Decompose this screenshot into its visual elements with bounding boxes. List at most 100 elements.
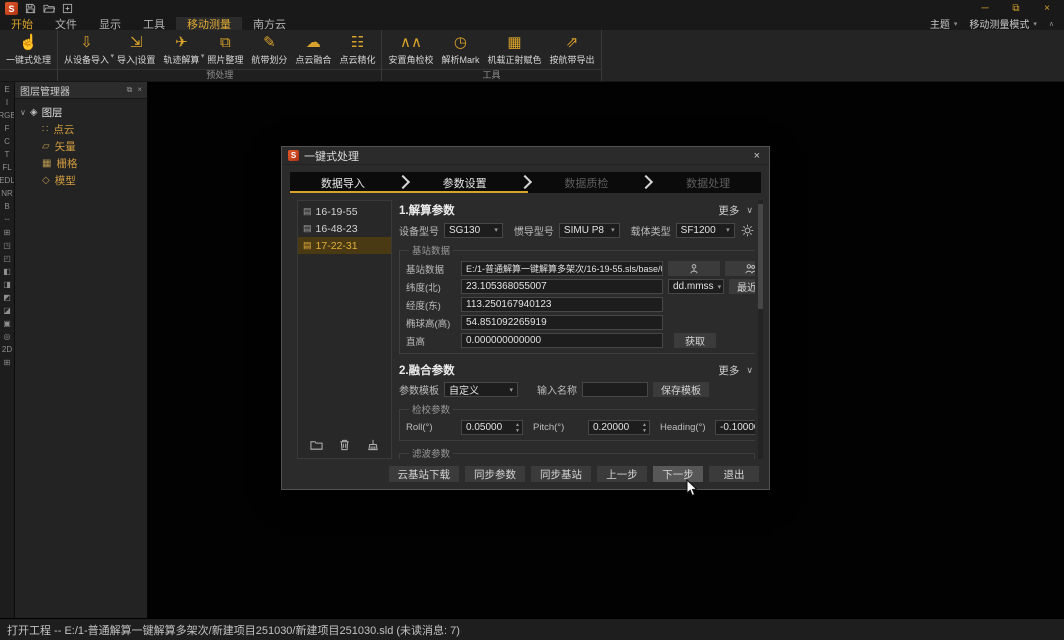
ribbon-button[interactable]: ☁ 点云融合 xyxy=(291,30,335,69)
clear-all-icon[interactable] xyxy=(367,438,379,456)
side-tool-icon[interactable]: ◎ xyxy=(4,332,11,341)
side-tool-icon[interactable]: 2D xyxy=(2,345,12,354)
layer-tree-item[interactable]: ▱ 矢量 xyxy=(18,138,144,155)
carrier-type-select[interactable]: SF1200 ▾ xyxy=(676,223,735,238)
dialog-footer-button[interactable]: 上一步 xyxy=(597,466,647,482)
side-tool-icon[interactable]: FL xyxy=(2,163,11,172)
mode-dropdown[interactable]: 移动测量模式 ▾ xyxy=(969,16,1037,31)
ribbon-button[interactable]: ⧉ 照片整理 xyxy=(203,30,247,69)
collapse-ribbon-icon[interactable]: ∧ xyxy=(1049,20,1054,28)
layer-tree-item[interactable]: ∷ 点云 xyxy=(18,121,144,138)
ribbon-button[interactable]: ☝ 一键式处理 xyxy=(2,30,55,69)
ribbon-button[interactable]: ∧∧ 安置角检校 xyxy=(384,30,437,69)
menubar-item[interactable]: 开始 xyxy=(0,17,44,30)
minimize-button[interactable]: ─ xyxy=(973,0,997,17)
save-template-button[interactable]: 保存模板 xyxy=(653,382,709,397)
side-tool-icon[interactable]: EDL xyxy=(0,176,15,185)
fetch-button[interactable]: 获取 xyxy=(674,333,716,348)
side-tool-icon[interactable]: ⊞ xyxy=(4,228,11,237)
ribbon-button[interactable]: ☷ 点云精化 xyxy=(335,30,379,69)
imu-model-select[interactable]: SIMU P8 ▾ xyxy=(559,223,620,238)
dialog-scrollbar[interactable] xyxy=(758,200,763,459)
ribbon-button[interactable]: ▦ 机载正射赋色 xyxy=(483,30,545,69)
float-panel-icon[interactable]: ⧉ xyxy=(127,85,133,95)
dialog-footer-button[interactable]: 同步参数 xyxy=(465,466,525,482)
ribbon-button[interactable]: ✈ 轨迹解算 xyxy=(159,30,203,69)
session-list-item[interactable]: ▤ 17-22-31 xyxy=(298,237,391,254)
ribbon-button[interactable]: ⇲ 导入|设置 xyxy=(113,30,159,69)
dialog-close-icon[interactable]: × xyxy=(751,150,763,162)
theme-dropdown[interactable]: 主题 ▾ xyxy=(930,16,958,31)
dialog-footer-button[interactable]: 云基站下载 xyxy=(389,466,460,482)
side-tool-icon[interactable]: ▣ xyxy=(3,319,11,328)
dialog-footer-button[interactable]: 同步基站 xyxy=(531,466,591,482)
side-tool-icon[interactable]: ◪ xyxy=(3,306,11,315)
new-project-icon[interactable] xyxy=(62,3,73,14)
close-panel-icon[interactable]: × xyxy=(137,85,142,95)
longitude-input[interactable]: 113.250167940123 xyxy=(461,297,663,312)
delete-icon[interactable] xyxy=(339,438,350,456)
session-list-item[interactable]: ▤ 16-19-55 xyxy=(298,203,391,220)
latitude-input[interactable]: 23.105368055007 xyxy=(461,279,663,294)
device-model-select[interactable]: SG130 ▾ xyxy=(444,223,503,238)
restore-button[interactable]: ⧉ xyxy=(1004,0,1028,17)
session-list-item[interactable]: ▤ 16-48-23 xyxy=(298,220,391,237)
side-tool-icon[interactable]: ◩ xyxy=(3,293,11,302)
side-tool-icon[interactable]: C xyxy=(4,137,10,146)
solve-settings-gear-icon[interactable] xyxy=(740,222,755,238)
side-tool-icon[interactable]: I xyxy=(6,98,8,107)
side-tool-icon[interactable]: E xyxy=(4,85,9,94)
open-folder-icon[interactable] xyxy=(43,3,55,14)
menubar-item[interactable]: 工具 xyxy=(132,17,176,30)
tree-expand-icon[interactable]: ∨ xyxy=(20,108,26,117)
side-tool-icon[interactable]: F xyxy=(5,124,10,133)
menubar-item[interactable]: 文件 xyxy=(44,17,88,30)
parameter-template-select[interactable]: 自定义 ▾ xyxy=(444,382,518,397)
ribbon-button[interactable]: ⇗ 按航带导出 xyxy=(545,30,598,69)
side-tool-icon[interactable]: RGB xyxy=(0,111,15,120)
wizard-step[interactable]: 数据质检 xyxy=(534,172,640,193)
side-tool-icon[interactable]: ◧ xyxy=(3,267,11,276)
recently-used-button[interactable]: 最近使用 xyxy=(729,279,755,294)
close-button[interactable]: × xyxy=(1035,0,1059,17)
side-tool-icon[interactable]: ◨ xyxy=(3,280,11,289)
scrollbar-thumb[interactable] xyxy=(758,204,763,309)
side-tool-icon[interactable]: ◳ xyxy=(3,241,11,250)
ribbon-button[interactable]: ◷ 解析Mark xyxy=(437,30,483,69)
dialog-footer-button[interactable]: 退出 xyxy=(709,466,759,482)
menubar-item[interactable]: 显示 xyxy=(88,17,132,30)
ribbon-button[interactable]: ⇩ 从设备导入 xyxy=(60,30,113,69)
side-tool-icon[interactable]: ◰ xyxy=(3,254,11,263)
multi-base-station-button[interactable] xyxy=(725,261,755,276)
antenna-height-input[interactable]: 0.000000000000 xyxy=(461,333,663,348)
side-tool-icon[interactable]: ⊞ xyxy=(4,358,11,367)
side-tool-icon[interactable]: T xyxy=(5,150,10,159)
side-tool-icon[interactable]: B xyxy=(4,202,9,211)
layer-tree-item[interactable]: ▦ 栅格 xyxy=(18,155,144,172)
ellipsoid-height-input[interactable]: 54.851092265919 xyxy=(461,315,663,330)
layer-tree-root[interactable]: ∨ ◈ 图层 xyxy=(18,104,144,121)
wizard-step[interactable]: 数据处理 xyxy=(655,172,761,193)
calibration-spinner[interactable]: -0.10000 ▲▼ xyxy=(715,420,755,435)
section1-more-button[interactable]: 更多 ∨ xyxy=(718,203,755,218)
base-station-path-input[interactable]: E:/1-普通解算一键解算多架次/16-19-55.sls/base/07581… xyxy=(461,261,663,276)
side-tool-icon[interactable]: NR xyxy=(1,189,13,198)
calibration-spinner[interactable]: 0.05000 ▲▼ xyxy=(461,420,523,435)
side-tool-icon[interactable]: ┄ xyxy=(5,215,10,224)
ribbon-button[interactable]: ✎ 航带划分 xyxy=(247,30,291,69)
menubar-item[interactable]: 移动测量 xyxy=(176,17,242,30)
single-base-station-button[interactable] xyxy=(668,261,720,276)
add-folder-icon[interactable] xyxy=(310,438,323,456)
chevron-down-icon: ∨ xyxy=(746,205,753,216)
calibration-spinner[interactable]: 0.20000 ▲▼ xyxy=(588,420,650,435)
template-name-input[interactable] xyxy=(582,382,648,397)
coord-format-select[interactable]: dd.mmss ▾ xyxy=(668,279,724,294)
wizard-step[interactable]: 数据导入 xyxy=(290,172,396,193)
spinner-arrows-icon[interactable]: ▲▼ xyxy=(642,422,647,434)
section2-more-button[interactable]: 更多 ∨ xyxy=(718,363,755,378)
menubar-item[interactable]: 南方云 xyxy=(242,17,297,30)
layer-tree-item[interactable]: ◇ 模型 xyxy=(18,172,144,189)
wizard-step[interactable]: 参数设置 xyxy=(412,172,518,193)
save-icon[interactable] xyxy=(25,3,36,14)
spinner-arrows-icon[interactable]: ▲▼ xyxy=(515,422,520,434)
